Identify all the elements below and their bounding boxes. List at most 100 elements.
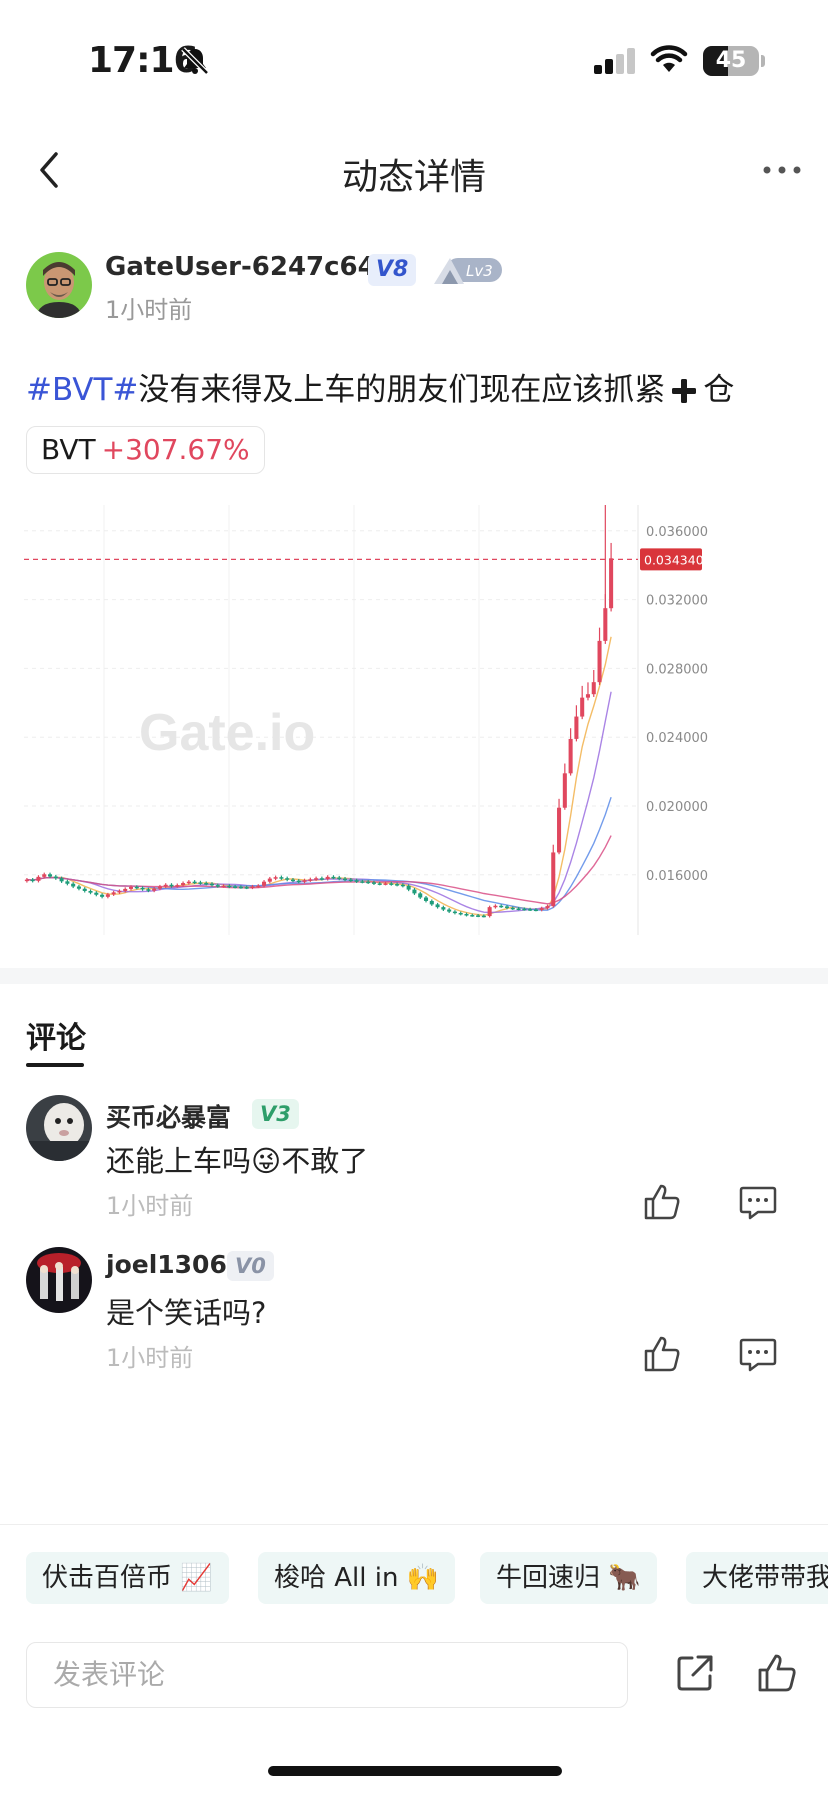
comment-text: 还能上车吗😜不敢了 xyxy=(106,1138,368,1180)
candle xyxy=(597,627,602,685)
level-badge-text: Lv3 xyxy=(466,262,493,280)
candle-body xyxy=(111,892,116,895)
candle xyxy=(285,876,290,882)
author-avatar[interactable] xyxy=(26,252,92,318)
candle xyxy=(435,902,440,909)
comment-input[interactable]: 发表评论 xyxy=(26,1642,628,1708)
candle-body xyxy=(290,879,295,882)
candle-body xyxy=(308,879,313,881)
candle-body xyxy=(140,887,145,890)
home-indicator xyxy=(268,1766,562,1776)
vip-badge: V8 xyxy=(368,254,417,286)
candle xyxy=(493,904,498,909)
thumbs-up-icon[interactable] xyxy=(642,1334,682,1374)
author-name[interactable]: GateUser-6247c64d xyxy=(105,252,394,282)
candle-body xyxy=(152,888,157,891)
candle-body xyxy=(123,888,128,891)
comment-avatar[interactable] xyxy=(26,1095,92,1161)
candle-body xyxy=(30,879,35,882)
candle xyxy=(574,705,579,742)
reply-icon[interactable] xyxy=(738,1182,778,1222)
comment-avatar[interactable] xyxy=(26,1247,92,1313)
candle-body xyxy=(499,905,504,908)
candle-body xyxy=(366,881,371,884)
candle-body xyxy=(53,876,58,879)
candle-body xyxy=(504,906,510,908)
candle-body xyxy=(250,886,255,888)
post-content: #BVT#没有来得及上车的朋友们现在应该抓紧 仓 xyxy=(26,364,734,409)
candle-body xyxy=(105,894,110,897)
candle-body xyxy=(221,885,226,888)
candle xyxy=(551,844,556,908)
candle-body xyxy=(528,909,533,911)
candle xyxy=(24,877,29,883)
candle-body xyxy=(82,888,87,891)
comment-username[interactable]: 买币必暴富 xyxy=(106,1098,231,1134)
post-text: 没有来得及上车的朋友们现在应该抓紧 xyxy=(138,372,666,408)
candle-body xyxy=(94,892,99,895)
candle-body xyxy=(585,694,590,698)
candle-body xyxy=(42,874,47,877)
candle-body xyxy=(244,887,249,889)
comment-username[interactable]: joel1306 xyxy=(106,1250,227,1279)
tab-comments[interactable]: 评论 xyxy=(26,1013,86,1057)
candle-body xyxy=(134,886,139,889)
y-tick-label: 0.036000 xyxy=(646,525,708,540)
comment-text-tail: 不敢了 xyxy=(281,1144,369,1178)
chart-watermark: Gate.io xyxy=(139,704,315,762)
reply-icon[interactable] xyxy=(738,1334,778,1374)
more-icon[interactable] xyxy=(760,152,804,188)
candle-body xyxy=(267,878,272,882)
candle-body xyxy=(227,885,232,888)
candle xyxy=(71,882,76,889)
hashtag-link[interactable]: #BVT# xyxy=(26,372,138,408)
candle-body xyxy=(389,883,394,885)
candle-body xyxy=(464,914,469,916)
candle-body xyxy=(371,882,376,884)
ma-line xyxy=(26,691,612,914)
candle xyxy=(273,875,278,881)
candle-body xyxy=(354,880,359,882)
candle-body xyxy=(128,886,134,889)
candle-body xyxy=(574,716,579,739)
candle-body xyxy=(458,912,463,915)
candle-body xyxy=(169,884,174,887)
quick-reply-chip[interactable]: 伏击百倍币 📈 xyxy=(26,1552,229,1604)
y-tick-label: 0.028000 xyxy=(646,662,708,677)
battery-icon: 45 xyxy=(703,46,759,76)
candle-body xyxy=(279,877,284,879)
quick-reply-chip[interactable]: 大佬带带我 xyxy=(686,1552,828,1604)
price-chart[interactable]: Gate.io 0.034340 0.036000 0.032000 0.02800… xyxy=(24,505,804,935)
candle xyxy=(609,542,614,612)
candle xyxy=(487,905,492,918)
candle-body xyxy=(551,852,556,907)
candle-body xyxy=(429,900,434,905)
candle-body xyxy=(348,879,353,882)
coin-change: +307.67% xyxy=(101,433,250,466)
candle xyxy=(82,887,87,893)
candle-body xyxy=(481,915,486,918)
section-divider xyxy=(0,968,828,984)
candle-body xyxy=(331,876,336,879)
candle xyxy=(591,669,596,697)
quick-reply-chip[interactable]: 梭哈 All in 🙌 xyxy=(258,1552,456,1604)
candle xyxy=(423,895,429,903)
candle xyxy=(30,877,35,883)
candle-body xyxy=(447,909,452,912)
share-icon[interactable] xyxy=(674,1652,716,1694)
candle xyxy=(585,682,590,701)
plus-icon xyxy=(672,379,697,403)
candle-body xyxy=(181,883,186,886)
like-icon[interactable] xyxy=(756,1652,798,1694)
coin-chip[interactable]: BVT +307.67% xyxy=(26,426,265,474)
candle-body xyxy=(59,878,64,882)
candle-body xyxy=(609,558,614,609)
quick-reply-chip[interactable]: 牛回速归 🐂 xyxy=(480,1552,657,1604)
candle xyxy=(418,891,423,900)
candle-body xyxy=(198,882,203,884)
thumbs-up-icon[interactable] xyxy=(642,1182,682,1222)
candle-body xyxy=(452,911,457,914)
candle-body xyxy=(48,874,53,877)
candle-body xyxy=(273,877,278,879)
candle-body xyxy=(360,881,365,883)
